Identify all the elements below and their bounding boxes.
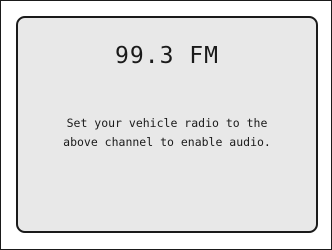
- instruction-line-1: Set your vehicle radio to the: [66, 116, 268, 130]
- radio-display-screen: 99.3 FM Set your vehicle radio to the ab…: [0, 0, 332, 250]
- instruction-line-2: above channel to enable audio.: [63, 135, 271, 149]
- radio-frequency: 99.3 FM: [115, 43, 219, 69]
- info-panel: 99.3 FM Set your vehicle radio to the ab…: [16, 16, 318, 233]
- instruction-text: Set your vehicle radio to the above chan…: [24, 114, 310, 152]
